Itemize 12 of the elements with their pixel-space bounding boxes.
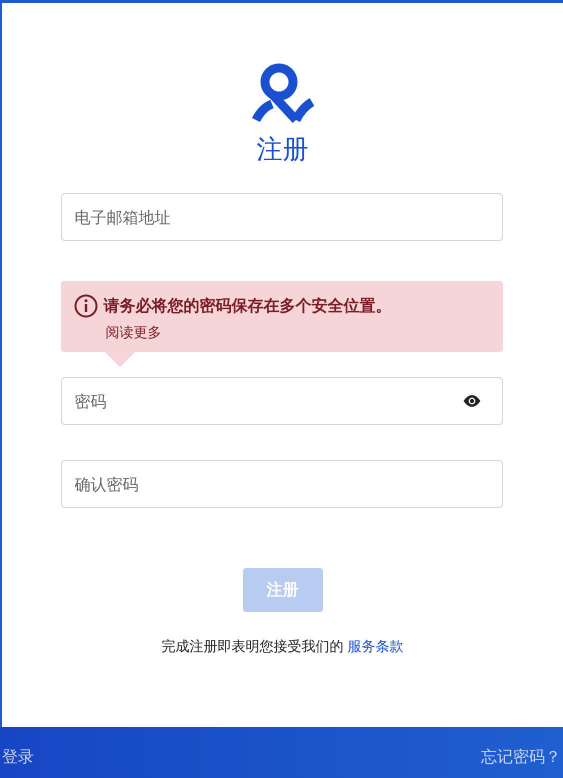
alert-message: 请务必将您的密码保存在多个安全位置。 [104, 296, 392, 316]
confirm-password-field[interactable]: 确认密码 [60, 460, 502, 508]
terms-link[interactable]: 服务条款 [348, 639, 404, 655]
page-title: 注册 [256, 134, 308, 166]
email-field[interactable]: 电子邮箱地址 [60, 193, 502, 241]
login-link[interactable]: 登录 [0, 747, 36, 768]
terms-text: 完成注册即表明您接受我们的 [161, 639, 344, 655]
password-field[interactable]: 密码 [60, 377, 502, 425]
forgot-password-link[interactable]: 忘记密码？ [479, 747, 563, 768]
info-icon [74, 294, 98, 318]
read-more-link[interactable]: 阅读更多 [106, 324, 162, 342]
logo-icon [252, 62, 314, 124]
